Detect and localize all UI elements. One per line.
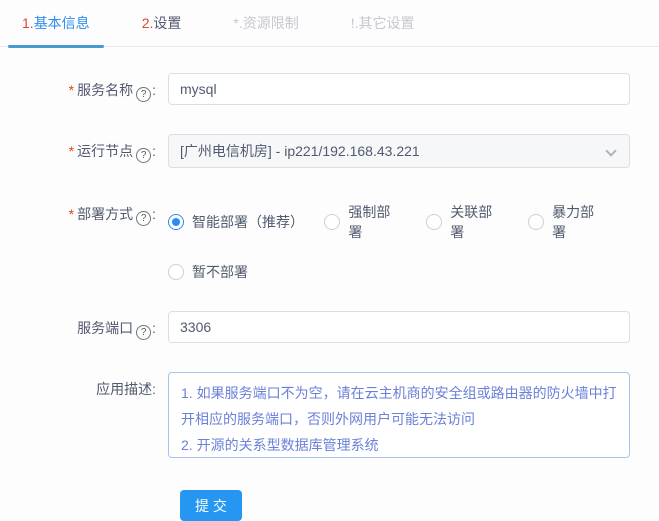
form-row-service-port: 服务端口?: [8, 311, 659, 343]
tab-label: 资源限制 [242, 15, 299, 31]
app-description-textarea[interactable]: 1. 如果服务端口不为空，请在云主机商的安全组或路由器的防火墙中打开相应的服务端… [168, 372, 630, 458]
tab-bar: 1.基本信息 2.设置 *.资源限制 !.其它设置 [0, 0, 659, 48]
label-colon: : [152, 143, 156, 159]
radio-smart-deploy[interactable]: 智能部署（推荐） [168, 212, 304, 232]
deploy-mode-label: * 部署方式?: [8, 197, 168, 282]
radio-label: 暂不部署 [192, 264, 248, 280]
help-icon[interactable]: ? [136, 148, 152, 163]
tab-number: 2. [141, 15, 154, 31]
radio-icon [528, 214, 545, 230]
help-icon[interactable]: ? [136, 211, 152, 226]
tab-number: 1. [22, 15, 34, 31]
field-label-text: 服务端口 [77, 320, 134, 336]
tab-basic-info[interactable]: 1.基本信息 [8, 13, 104, 48]
form-row-run-node: * 运行节点?: [广州电信机房] - ip221/192.168.43.221 [8, 134, 659, 168]
tab-other-settings[interactable]: !.其它设置 [337, 13, 429, 46]
submit-button[interactable]: 提 交 [180, 490, 242, 521]
tab-settings[interactable]: 2.设置 [128, 13, 196, 46]
help-icon[interactable]: ? [136, 87, 152, 102]
required-asterisk: * [68, 82, 75, 98]
tab-number: *. [233, 15, 243, 31]
radio-force-deploy[interactable]: 强制部署 [324, 202, 402, 242]
service-form: *服务名称?: *运行节点?: [广州电信机房] - ip221/192.168… [0, 47, 659, 521]
radio-label: 关联部署 [450, 204, 493, 240]
service-name-input[interactable] [168, 73, 630, 105]
submit-row: 提 交 [180, 490, 659, 521]
tab-label: 基本信息 [33, 15, 90, 31]
radio-label: 智能部署（推荐） [192, 214, 304, 230]
radio-icon [168, 264, 184, 280]
form-row-deploy-mode: * 部署方式?: 智能部署（推荐） 强制部署 关联部署 暴力部署 暂不部署 [8, 197, 659, 282]
tab-number: !. [350, 15, 359, 31]
help-icon[interactable]: ? [136, 325, 152, 340]
service-port-input[interactable] [168, 311, 630, 343]
radio-no-deploy[interactable]: 暂不部署 [168, 262, 248, 282]
service-port-label: 服务端口?: [8, 311, 168, 343]
field-label-text: 部署方式 [77, 206, 134, 222]
radio-label: 强制部署 [348, 204, 391, 240]
run-node-select[interactable]: [广州电信机房] - ip221/192.168.43.221 [168, 134, 630, 168]
label-colon: : [152, 206, 156, 222]
tab-label: 其它设置 [358, 15, 415, 31]
form-row-app-description: 应用描述: 1. 如果服务端口不为空，请在云主机商的安全组或路由器的防火墙中打开… [8, 372, 659, 463]
tab-resource-limits[interactable]: *.资源限制 [219, 13, 312, 46]
required-asterisk: * [68, 143, 75, 159]
radio-associated-deploy[interactable]: 关联部署 [426, 202, 504, 242]
field-label-text: 运行节点 [77, 143, 134, 159]
field-label-text: 应用描述 [96, 381, 153, 397]
radio-brute-deploy[interactable]: 暴力部署 [528, 202, 606, 242]
label-colon: : [152, 381, 156, 397]
deploy-mode-radio-group: 智能部署（推荐） 强制部署 关联部署 暴力部署 暂不部署 [168, 197, 630, 282]
label-colon: : [152, 320, 156, 336]
form-row-service-name: * 服务名称?: [8, 73, 659, 105]
radio-icon [426, 214, 443, 230]
tab-label: 设置 [153, 15, 182, 31]
radio-label: 暴力部署 [552, 204, 595, 240]
radio-icon [324, 214, 341, 230]
service-name-label: * 服务名称?: [8, 73, 168, 105]
run-node-label: * 运行节点?: [8, 134, 168, 168]
radio-icon [168, 214, 184, 230]
label-colon: : [152, 82, 156, 98]
required-asterisk: * [68, 206, 75, 222]
app-description-label: 应用描述: [8, 372, 168, 463]
run-node-selected-value: [广州电信机房] - ip221/192.168.43.221 [180, 143, 420, 159]
chevron-down-icon [605, 145, 617, 157]
field-label-text: 服务名称 [77, 82, 134, 98]
